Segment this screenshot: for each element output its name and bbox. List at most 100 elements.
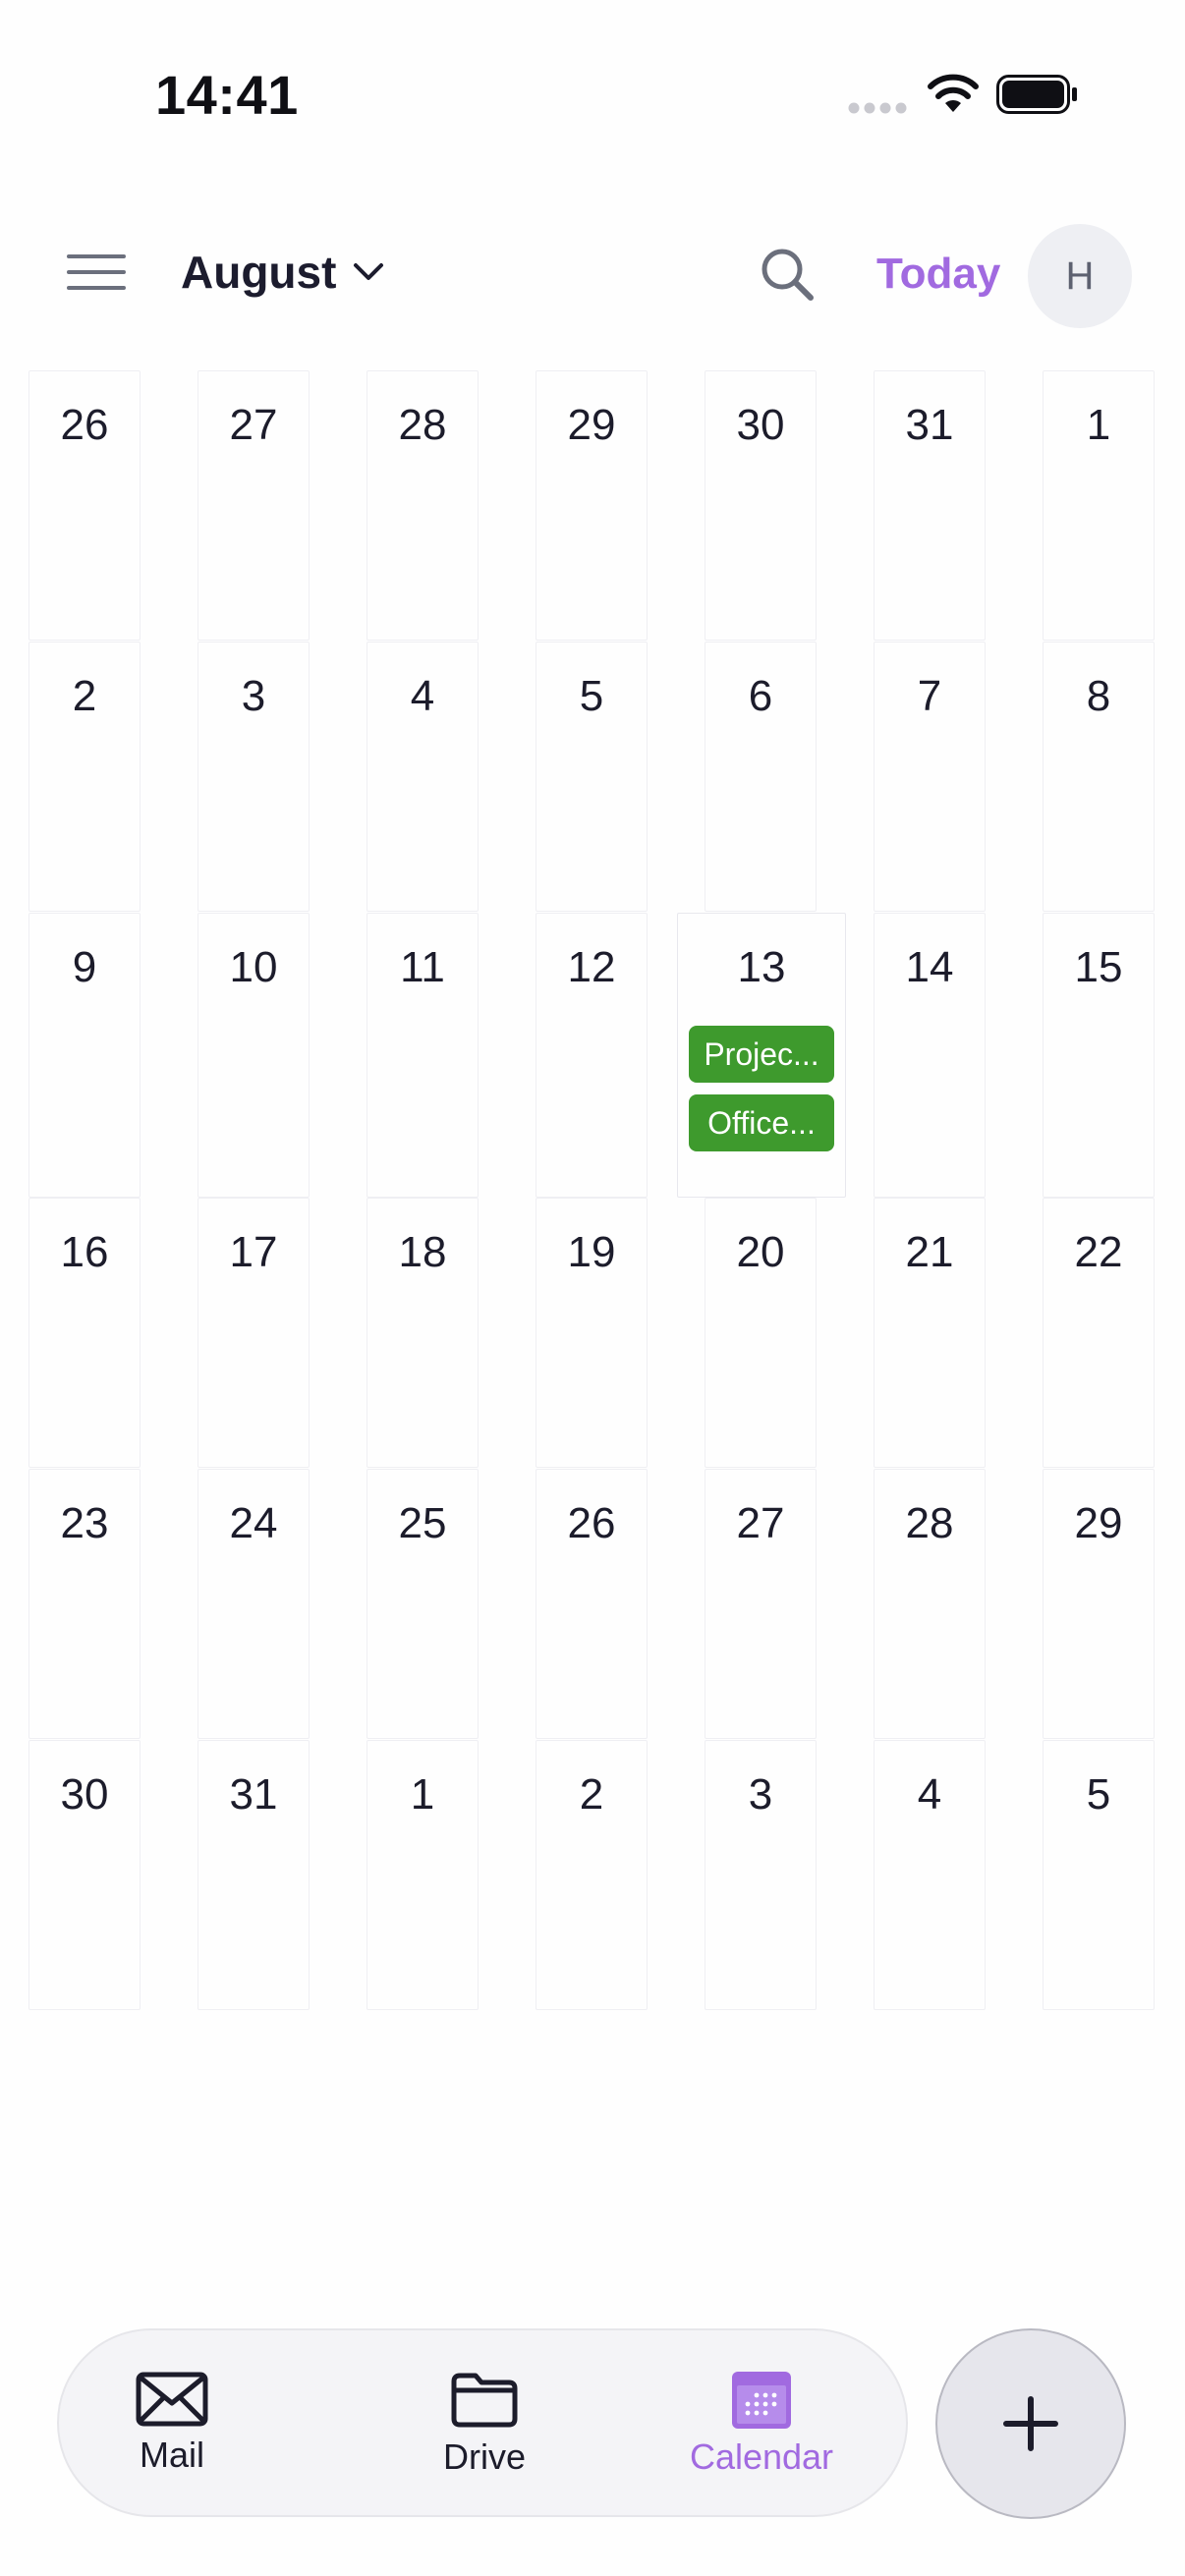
event-chip[interactable]: Projec... — [689, 1026, 834, 1083]
folder-icon — [451, 2373, 518, 2428]
day-number: 27 — [229, 401, 278, 449]
create-event-button[interactable] — [935, 2328, 1126, 2519]
day-cell[interactable]: 26 — [536, 1469, 648, 1739]
calendar-screen: 14:41 August Today H 26 27 28 29 30 31 1 2 3 4 5 6 7… — [0, 0, 1185, 2576]
day-cell[interactable]: 7 — [874, 642, 986, 912]
day-number: 8 — [1086, 672, 1111, 720]
day-cell[interactable]: 29 — [1043, 1469, 1155, 1739]
day-number: 18 — [398, 1228, 447, 1276]
day-cell[interactable]: 31 — [874, 370, 986, 641]
day-cell[interactable]: 14 — [874, 913, 986, 1198]
day-cell[interactable]: 4 — [367, 642, 479, 912]
day-number: 28 — [398, 401, 447, 449]
day-cell[interactable]: 23 — [28, 1469, 141, 1739]
day-cell[interactable]: 21 — [874, 1198, 986, 1468]
day-number: 23 — [60, 1499, 109, 1547]
day-cell[interactable]: 8 — [1043, 642, 1155, 912]
nav-item-calendar[interactable]: Calendar — [663, 2330, 860, 2515]
day-number: 9 — [72, 943, 97, 991]
day-number: 6 — [748, 672, 773, 720]
day-number: 10 — [229, 943, 278, 991]
day-number: 17 — [229, 1228, 278, 1276]
day-cell[interactable]: 1 — [1043, 370, 1155, 641]
month-grid: 26 27 28 29 30 31 1 2 3 4 5 6 7 8 9 10 11 12 13 Projec... Of… — [0, 0, 1185, 2063]
day-number: 14 — [905, 943, 954, 991]
day-number: 12 — [567, 943, 616, 991]
day-cell[interactable]: 3 — [198, 642, 310, 912]
day-cell[interactable]: 28 — [367, 370, 479, 641]
day-number: 27 — [736, 1499, 785, 1547]
day-cell[interactable]: 11 — [367, 913, 479, 1198]
day-cell[interactable]: 4 — [874, 1740, 986, 2010]
day-cell[interactable]: 31 — [198, 1740, 310, 2010]
day-cell[interactable]: 2 — [536, 1740, 648, 2010]
mail-icon — [136, 2372, 208, 2427]
day-cell[interactable]: 1 — [367, 1740, 479, 2010]
nav-item-drive[interactable]: Drive — [386, 2330, 583, 2515]
day-cell[interactable]: 20 — [705, 1198, 817, 1468]
day-number: 5 — [1086, 1770, 1111, 1819]
day-number: 5 — [579, 672, 604, 720]
day-number: 11 — [400, 943, 445, 991]
day-number: 25 — [398, 1499, 447, 1547]
nav-item-mail[interactable]: Mail — [74, 2330, 270, 2515]
day-number: 1 — [1086, 401, 1111, 449]
day-number: 31 — [229, 1770, 278, 1819]
day-number: 22 — [1074, 1228, 1123, 1276]
day-number: 20 — [736, 1228, 785, 1276]
day-cell[interactable]: 30 — [28, 1740, 141, 2010]
day-cell[interactable]: 5 — [536, 642, 648, 912]
day-number: 15 — [1074, 943, 1123, 991]
day-number: 26 — [60, 401, 109, 449]
day-cell[interactable]: 26 — [28, 370, 141, 641]
day-cell[interactable]: 15 — [1043, 913, 1155, 1198]
day-cell[interactable]: 18 — [367, 1198, 479, 1468]
day-number: 24 — [229, 1499, 278, 1547]
day-number: 13 — [737, 943, 786, 991]
day-cell-selected[interactable]: 13 Projec... Office... — [677, 913, 846, 1198]
day-number: 2 — [579, 1770, 604, 1819]
day-number: 31 — [905, 401, 954, 449]
day-number: 19 — [567, 1228, 616, 1276]
day-number: 16 — [60, 1228, 109, 1276]
nav-label-calendar: Calendar — [689, 2436, 834, 2477]
day-cell[interactable]: 27 — [705, 1469, 817, 1739]
event-chip[interactable]: Office... — [689, 1094, 834, 1151]
day-cell[interactable]: 24 — [198, 1469, 310, 1739]
day-cell[interactable]: 2 — [28, 642, 141, 912]
day-cell[interactable]: 19 — [536, 1198, 648, 1468]
day-number: 4 — [917, 1770, 942, 1819]
day-cell[interactable]: 5 — [1043, 1740, 1155, 2010]
day-number: 1 — [410, 1770, 435, 1819]
day-cell[interactable]: 27 — [198, 370, 310, 641]
day-number: 29 — [1074, 1499, 1123, 1547]
day-cell[interactable]: 16 — [28, 1198, 141, 1468]
day-cell[interactable]: 6 — [705, 642, 817, 912]
day-cell[interactable]: 17 — [198, 1198, 310, 1468]
bottom-nav-bar: Mail Drive Calendar — [57, 2328, 908, 2517]
day-number: 4 — [410, 672, 435, 720]
day-cell[interactable]: 9 — [28, 913, 141, 1198]
day-cell[interactable]: 25 — [367, 1469, 479, 1739]
day-cell[interactable]: 29 — [536, 370, 648, 641]
calendar-icon — [732, 2372, 791, 2429]
day-cell[interactable]: 10 — [198, 913, 310, 1198]
day-number: 30 — [736, 401, 785, 449]
day-number: 3 — [241, 672, 266, 720]
day-number: 21 — [905, 1228, 954, 1276]
nav-label-mail: Mail — [139, 2435, 204, 2475]
day-number: 3 — [748, 1770, 773, 1819]
day-number: 7 — [917, 672, 942, 720]
day-cell[interactable]: 3 — [705, 1740, 817, 2010]
day-number: 26 — [567, 1499, 616, 1547]
day-number: 2 — [72, 672, 97, 720]
day-cell[interactable]: 12 — [536, 913, 648, 1198]
day-number: 30 — [60, 1770, 109, 1819]
day-number: 28 — [905, 1499, 954, 1547]
day-number: 29 — [567, 401, 616, 449]
day-cell[interactable]: 28 — [874, 1469, 986, 1739]
nav-label-drive: Drive — [442, 2436, 526, 2477]
plus-icon — [1003, 2396, 1058, 2451]
day-cell[interactable]: 22 — [1043, 1198, 1155, 1468]
day-cell[interactable]: 30 — [705, 370, 817, 641]
